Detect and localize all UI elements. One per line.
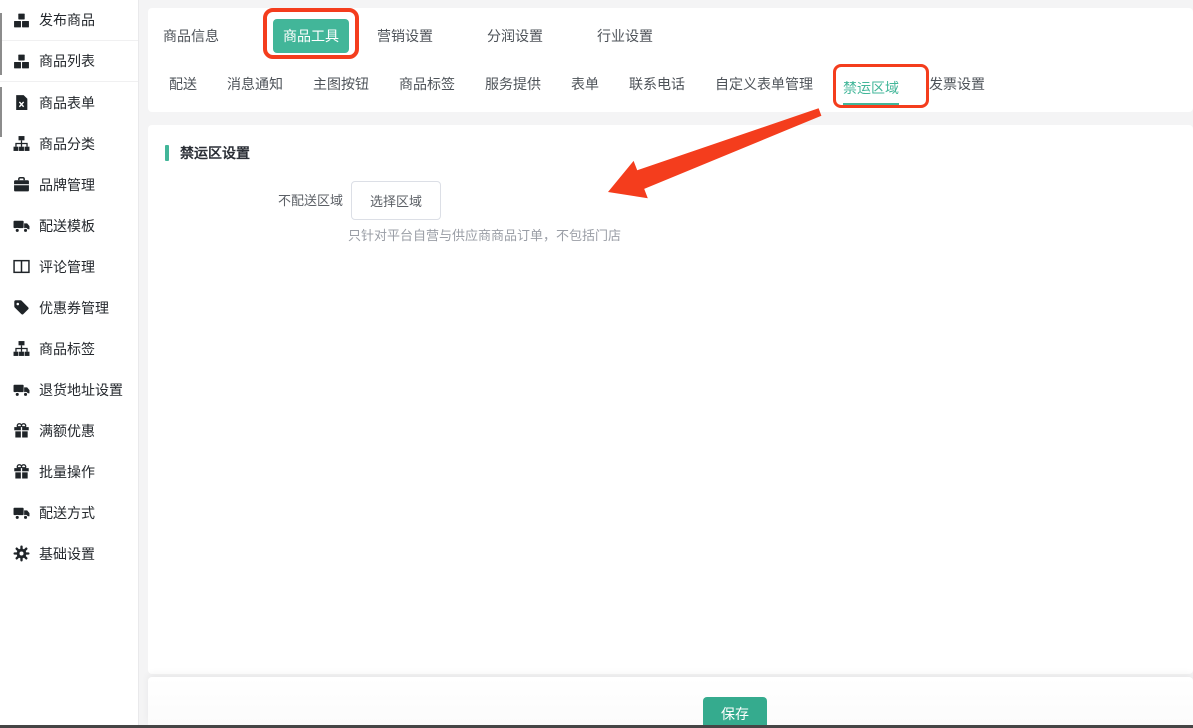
left-edge-scrollbar-segment [0,87,2,137]
sitemap-icon [13,340,30,357]
sidebar-item-label: 发布商品 [39,10,95,30]
page: 发布商品 商品列表 商品表单 商品分类 品牌管理 配送模板 评论管理 优惠券管 [0,0,1193,728]
cubes-icon [13,53,30,70]
tab-embargo-region-wrap: 禁运区域 [843,78,899,98]
embargo-settings-panel: 禁运区设置 不配送区域 选择区域 只针对平台自营与供应商商品订单，不包括门店 [148,125,1193,674]
footer-bar [148,677,1193,725]
tab-product-tools[interactable]: 商品工具 [273,19,349,53]
sidebar-item-label: 满额优惠 [39,421,95,441]
tab-form[interactable]: 表单 [571,74,599,103]
tab-product-info[interactable]: 商品信息 [163,26,219,46]
columns-icon [13,258,30,275]
section-title: 禁运区设置 [180,143,250,163]
tab-delivery[interactable]: 配送 [169,74,197,103]
sidebar-item-return-address-settings[interactable]: 退货地址设置 [0,369,138,410]
sitemap-icon [13,135,30,152]
sidebar-item-delivery-method[interactable]: 配送方式 [0,492,138,533]
gear-icon [13,545,30,562]
tab-product-tags[interactable]: 商品标签 [399,74,455,103]
tab-industry-settings[interactable]: 行业设置 [597,26,653,46]
sidebar-item-label: 商品分类 [39,134,95,154]
section-accent-bar [165,145,169,161]
sidebar-item-label: 商品表单 [39,93,95,113]
briefcase-icon [13,176,30,193]
cubes-icon [13,12,30,29]
no-delivery-region-row: 不配送区域 选择区域 [278,181,441,220]
sidebar-item-product-form[interactable]: 商品表单 [0,82,138,123]
tab-service-provision[interactable]: 服务提供 [485,74,541,103]
sidebar: 发布商品 商品列表 商品表单 商品分类 品牌管理 配送模板 评论管理 优惠券管 [0,0,139,725]
sidebar-item-label: 商品列表 [39,51,95,71]
save-button[interactable]: 保存 [703,697,767,728]
truck-icon [13,381,30,398]
primary-tabs: 商品信息 商品工具 营销设置 分润设置 行业设置 [148,8,1193,64]
section-header: 禁运区设置 [165,143,250,163]
helper-text: 只针对平台自营与供应商商品订单，不包括门店 [348,225,621,244]
sidebar-item-review-management[interactable]: 评论管理 [0,246,138,287]
tab-embargo-region[interactable]: 禁运区域 [843,80,899,105]
truck-icon [13,217,30,234]
tab-invoice-settings[interactable]: 发票设置 [929,74,985,103]
sidebar-item-publish-product[interactable]: 发布商品 [0,0,138,41]
select-region-button[interactable]: 选择区域 [351,181,441,220]
gift-icon [13,422,30,439]
sidebar-item-label: 配送模板 [39,216,95,236]
sidebar-item-label: 商品标签 [39,339,95,359]
tab-marketing-settings[interactable]: 营销设置 [377,26,433,46]
sidebar-item-label: 配送方式 [39,503,95,523]
no-delivery-region-label: 不配送区域 [278,185,343,217]
tab-custom-form-management[interactable]: 自定义表单管理 [715,74,813,103]
sidebar-item-full-amount-discount[interactable]: 满额优惠 [0,410,138,451]
sidebar-item-delivery-template[interactable]: 配送模板 [0,205,138,246]
tab-main-image-button[interactable]: 主图按钮 [313,74,369,103]
sidebar-item-label: 基础设置 [39,544,95,564]
sidebar-item-brand-management[interactable]: 品牌管理 [0,164,138,205]
sidebar-item-product-tags[interactable]: 商品标签 [0,328,138,369]
truck-icon [13,504,30,521]
sidebar-item-basic-settings[interactable]: 基础设置 [0,533,138,574]
sidebar-item-label: 退货地址设置 [39,380,123,400]
sidebar-item-label: 评论管理 [39,257,95,277]
file-excel-icon [13,94,30,111]
sidebar-item-label: 品牌管理 [39,175,95,195]
left-edge-scrollbar-segment [0,13,2,75]
sidebar-item-product-list[interactable]: 商品列表 [0,41,138,82]
sidebar-item-coupon-management[interactable]: 优惠券管理 [0,287,138,328]
tab-message-notification[interactable]: 消息通知 [227,74,283,103]
sidebar-item-batch-operations[interactable]: 批量操作 [0,451,138,492]
tab-profit-share-settings[interactable]: 分润设置 [487,26,543,46]
sidebar-item-label: 批量操作 [39,462,95,482]
gift-icon [13,463,30,480]
sidebar-item-label: 优惠券管理 [39,298,109,318]
secondary-tabs: 配送 消息通知 主图按钮 商品标签 服务提供 表单 联系电话 自定义表单管理 禁… [148,64,1193,112]
tab-contact-phone[interactable]: 联系电话 [629,74,685,103]
tabs-card: 商品信息 商品工具 营销设置 分润设置 行业设置 配送 消息通知 主图按钮 商品… [148,8,1193,112]
tab-product-tools-wrap: 商品工具 [273,19,349,53]
tag-icon [13,299,30,316]
sidebar-item-product-category[interactable]: 商品分类 [0,123,138,164]
